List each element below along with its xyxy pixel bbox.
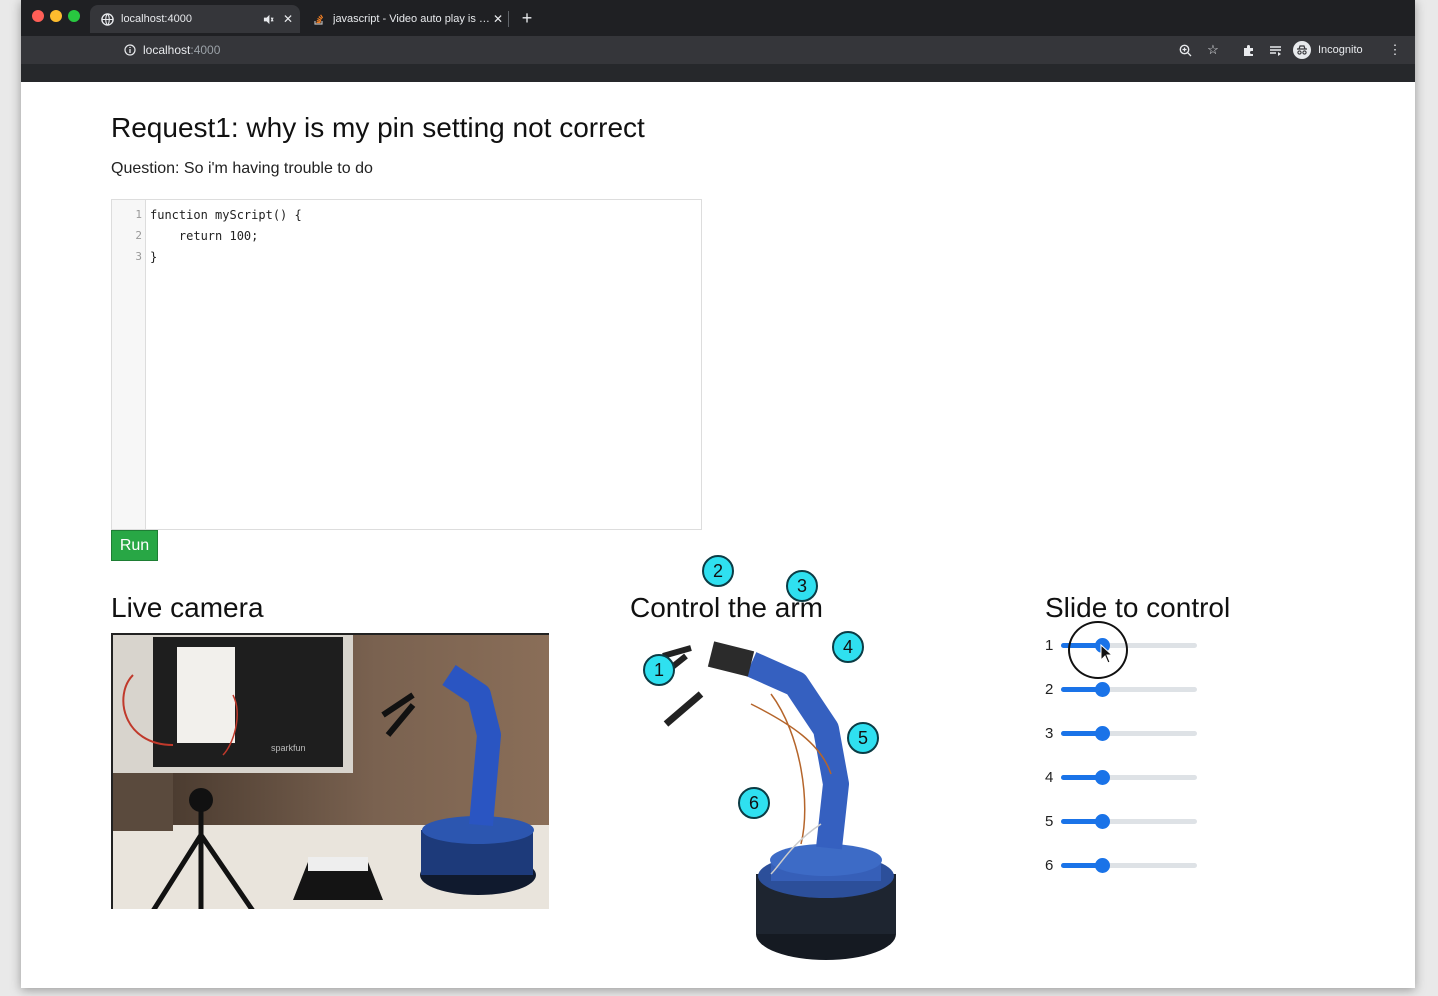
- reading-list-icon[interactable]: [1265, 40, 1285, 60]
- live-camera-feed: sparkfun: [111, 633, 549, 909]
- slider-thumb[interactable]: [1094, 681, 1110, 697]
- joint-marker-5: 5: [847, 722, 879, 754]
- line-number: 1: [135, 208, 142, 221]
- line-number: 3: [135, 250, 142, 263]
- code-line[interactable]: function myScript() {: [150, 208, 302, 222]
- zoom-icon[interactable]: [1175, 40, 1195, 60]
- address-bar[interactable]: localhost:4000: [117, 39, 1199, 61]
- line-number: 2: [135, 229, 142, 242]
- slider-thumb[interactable]: [1094, 813, 1110, 829]
- joint-slider-4[interactable]: [1061, 769, 1197, 785]
- close-icon[interactable]: ✕: [490, 11, 506, 27]
- tab-stackoverflow[interactable]: javascript - Video auto play is … ✕: [302, 5, 510, 33]
- tab-title: javascript - Video auto play is …: [333, 13, 490, 25]
- extensions-icon[interactable]: [1238, 40, 1258, 60]
- star-icon[interactable]: ☆: [1203, 40, 1223, 60]
- arm-diagram: [662, 641, 896, 960]
- globe-icon: [100, 12, 114, 26]
- url-host: localhost: [143, 43, 191, 57]
- tab-title: localhost:4000: [121, 13, 192, 25]
- page-title: Request1: why is my pin setting not corr…: [111, 112, 645, 143]
- code-editor[interactable]: 1 function myScript() { 2 return 100; 3 …: [111, 199, 702, 530]
- slider-label: 6: [1045, 856, 1054, 874]
- joint-marker-3: 3: [786, 570, 818, 602]
- question-text: Question: So i'm having trouble to do: [111, 160, 373, 177]
- slider-thumb[interactable]: [1094, 769, 1110, 785]
- tab-localhost[interactable]: localhost:4000 ✕: [90, 5, 300, 33]
- joint-slider-6[interactable]: [1061, 857, 1197, 873]
- tab-bar: localhost:4000 ✕ javascript - Video auto…: [21, 0, 1415, 36]
- cursor-highlight: [1068, 621, 1128, 679]
- slider-row-2: 2: [1045, 679, 1197, 699]
- slider-row-3: 3: [1045, 723, 1197, 743]
- slider-heading: Slide to control: [1045, 592, 1231, 623]
- close-icon[interactable]: ✕: [280, 11, 296, 27]
- joint-marker-2: 2: [702, 555, 734, 587]
- slider-row-5: 5: [1045, 811, 1197, 831]
- profile-button[interactable]: Incognito: [1293, 38, 1363, 62]
- slider-label: 4: [1045, 768, 1054, 786]
- camera-heading: Live camera: [111, 592, 264, 623]
- slider-thumb[interactable]: [1094, 857, 1110, 873]
- slider-row-6: 6: [1045, 855, 1197, 875]
- profile-label: Incognito: [1318, 44, 1363, 56]
- code-line[interactable]: return 100;: [150, 229, 258, 243]
- slider-thumb[interactable]: [1094, 725, 1110, 741]
- slider-row-4: 4: [1045, 767, 1197, 787]
- code-line[interactable]: }: [150, 250, 157, 264]
- joint-marker-1: 1: [643, 654, 675, 686]
- slider-label: 5: [1045, 812, 1054, 830]
- mouse-cursor-icon: [1100, 644, 1114, 664]
- page-content: Request1: why is my pin setting not corr…: [21, 82, 1415, 988]
- joint-slider-5[interactable]: [1061, 813, 1197, 829]
- tab-separator: [508, 11, 509, 27]
- joint-marker-6: 6: [738, 787, 770, 819]
- slider-label: 2: [1045, 680, 1054, 698]
- toolbar-divider: [21, 64, 1415, 82]
- new-tab-icon[interactable]: +: [517, 9, 537, 29]
- joint-marker-4: 4: [832, 631, 864, 663]
- joint-slider-3[interactable]: [1061, 725, 1197, 741]
- window-maximize-button[interactable]: [68, 10, 80, 22]
- run-button[interactable]: Run: [111, 530, 158, 561]
- profile-icon: [1293, 41, 1311, 59]
- stackoverflow-icon: [312, 12, 326, 26]
- slider-label: 3: [1045, 724, 1054, 742]
- browser-window: localhost:4000 ✕ javascript - Video auto…: [21, 0, 1415, 988]
- window-minimize-button[interactable]: [50, 10, 62, 22]
- window-close-button[interactable]: [32, 10, 44, 22]
- menu-icon[interactable]: ⋮: [1385, 40, 1405, 60]
- joint-slider-2[interactable]: [1061, 681, 1197, 697]
- info-icon[interactable]: [123, 43, 137, 57]
- slider-label: 1: [1045, 636, 1054, 654]
- audio-muted-icon[interactable]: [260, 11, 276, 27]
- url-port: :4000: [190, 43, 221, 57]
- svg-text:sparkfun: sparkfun: [271, 743, 306, 753]
